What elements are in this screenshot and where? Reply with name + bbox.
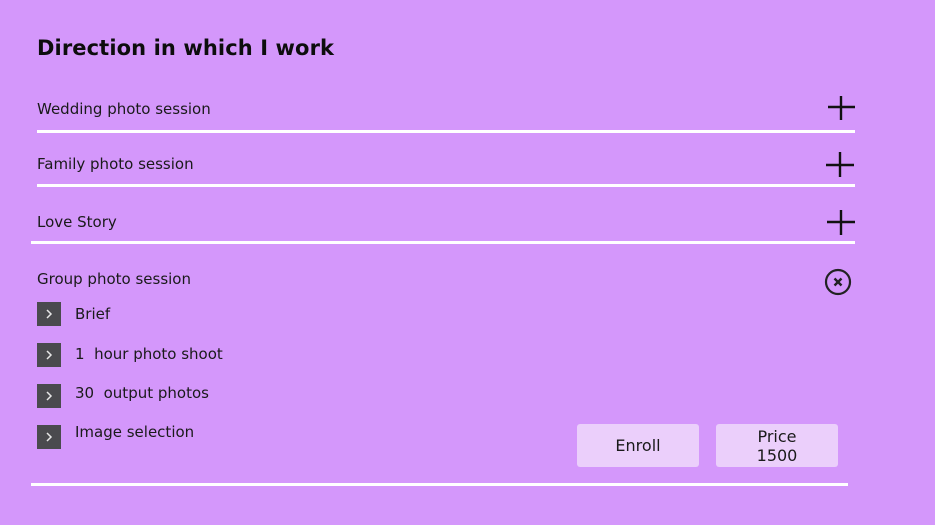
page-title: Direction in which I work: [37, 36, 335, 60]
close-icon[interactable]: [824, 268, 852, 296]
list-item: Image selection: [75, 423, 195, 441]
chevron-right-icon: [37, 384, 61, 408]
chevron-right-icon: [37, 302, 61, 326]
list-item: 30 output photos: [75, 384, 209, 402]
section-label-love-story[interactable]: Love Story: [37, 213, 117, 231]
list-item: 1 hour photo shoot: [75, 345, 223, 363]
divider: [37, 130, 855, 133]
section-label-group[interactable]: Group photo session: [37, 270, 191, 288]
plus-icon[interactable]: [825, 150, 855, 180]
price-value: 1500: [756, 445, 798, 465]
list-item: Brief: [75, 305, 111, 323]
price-button[interactable]: Price 1500: [716, 424, 838, 467]
section-label-family[interactable]: Family photo session: [37, 155, 194, 173]
plus-icon[interactable]: [826, 93, 856, 123]
enroll-button[interactable]: Enroll: [577, 424, 699, 467]
price-label: Price: [757, 426, 797, 446]
chevron-right-icon: [37, 425, 61, 449]
section-label-wedding[interactable]: Wedding photo session: [37, 100, 211, 118]
divider: [31, 241, 855, 244]
enroll-button-label: Enroll: [615, 436, 661, 455]
plus-icon[interactable]: [826, 208, 856, 238]
chevron-right-icon: [37, 343, 61, 367]
divider: [37, 184, 855, 187]
divider: [31, 483, 848, 486]
